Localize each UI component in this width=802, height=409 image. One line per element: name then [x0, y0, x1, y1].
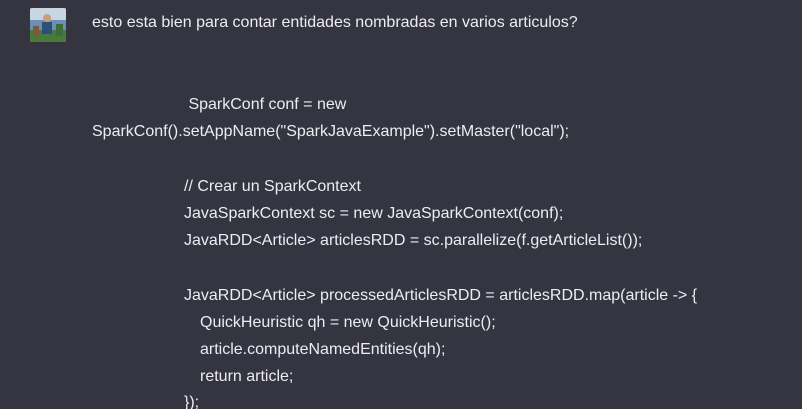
code-line: JavaRDD<Article> articlesRDD = sc.parall…: [184, 232, 643, 249]
user-message: esto esta bien para contar entidades nom…: [0, 0, 802, 409]
code-comment: // Crear un SparkContext: [184, 178, 361, 195]
code-line: article.computeNamedEntities(qh);: [200, 341, 446, 358]
code-line: });: [184, 394, 200, 409]
user-avatar-image: [30, 8, 66, 42]
code-line: SparkConf conf = new: [184, 96, 347, 113]
code-line: JavaRDD<Article> processedArticlesRDD = …: [184, 287, 698, 304]
user-avatar: [30, 8, 66, 42]
code-line: QuickHeuristic qh = new QuickHeuristic()…: [200, 314, 496, 331]
code-line: JavaSparkContext sc = new JavaSparkConte…: [184, 205, 564, 222]
code-line: SparkConf().setAppName("SparkJavaExample…: [92, 123, 570, 140]
code-line: return article;: [200, 368, 294, 385]
message-question: esto esta bien para contar entidades nom…: [92, 14, 578, 31]
